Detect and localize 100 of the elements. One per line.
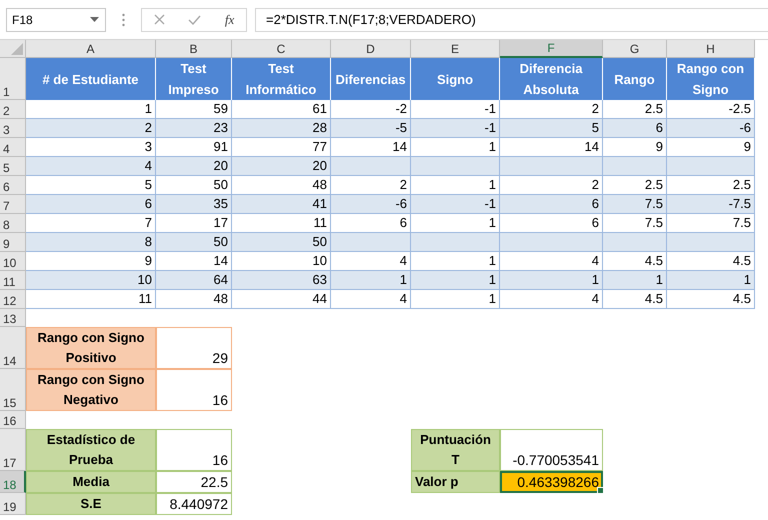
grip-dots-icon <box>122 12 125 26</box>
table-cell: 4.5 <box>667 252 755 271</box>
table-cell: 10 <box>232 252 331 271</box>
table-cell: Diferencias <box>331 58 411 100</box>
table-cell: 48 <box>156 290 232 309</box>
table-cell: 4.5 <box>603 290 667 309</box>
table-cell: 44 <box>232 290 331 309</box>
row-header[interactable]: 1 <box>0 58 26 100</box>
table-cell: 11 <box>232 214 331 233</box>
table-cell: 20 <box>156 157 232 176</box>
column-header[interactable]: C <box>232 40 331 58</box>
table-cell: -7.5 <box>667 195 755 214</box>
table-cell: 7 <box>26 214 156 233</box>
row-header[interactable]: 18 <box>0 471 26 493</box>
table-cell: # de Estudiante <box>26 58 156 100</box>
table-cell: -5 <box>331 119 411 138</box>
table-cell: 61 <box>232 100 331 119</box>
table-cell: 2.5 <box>603 176 667 195</box>
table-cell: 22.5 <box>156 471 232 493</box>
table-cell: Rango con Signo Negativo <box>26 369 156 411</box>
table-cell: 77 <box>232 138 331 157</box>
row-header[interactable]: 12 <box>0 290 26 309</box>
table-cell: 1 <box>411 271 500 290</box>
column-header[interactable]: F <box>500 40 603 58</box>
table-cell: 1 <box>411 252 500 271</box>
row-header[interactable]: 16 <box>0 411 26 429</box>
formula-field[interactable]: =2*DISTR.T.N(F17;8;VERDADERO) <box>255 8 768 32</box>
table-cell: 8.440972 <box>156 493 232 515</box>
table-cell: 50 <box>232 233 331 252</box>
table-cell: 1 <box>411 290 500 309</box>
table-cell: 1 <box>411 138 500 157</box>
cancel-icon[interactable] <box>154 14 165 25</box>
row-header[interactable]: 5 <box>0 157 26 176</box>
column-header[interactable]: A <box>26 40 156 58</box>
name-box[interactable]: F18 <box>6 8 106 32</box>
table-cell: 14 <box>331 138 411 157</box>
table-cell: Estadístico de Prueba <box>26 429 156 471</box>
column-header[interactable]: D <box>331 40 411 58</box>
table-cell: -1 <box>411 100 500 119</box>
select-all-icon[interactable] <box>11 43 23 55</box>
row-header[interactable]: 11 <box>0 271 26 290</box>
table-cell: Rango <box>603 58 667 100</box>
row-header[interactable]: 8 <box>0 214 26 233</box>
table-cell: 17 <box>156 214 232 233</box>
row-header[interactable]: 4 <box>0 138 26 157</box>
checkmark-icon[interactable] <box>188 14 202 24</box>
table-cell: Signo <box>411 58 500 100</box>
table-cell: 5 <box>500 119 603 138</box>
table-cell: 4.5 <box>667 290 755 309</box>
table-cell: 5 <box>26 176 156 195</box>
table-cell: -1 <box>411 195 500 214</box>
table-cell: 7.5 <box>603 214 667 233</box>
row-header[interactable]: 2 <box>0 100 26 119</box>
row-header[interactable]: 17 <box>0 429 26 471</box>
column-header[interactable]: B <box>156 40 232 58</box>
table-cell: 64 <box>156 271 232 290</box>
table-cell: Rango con Signo Positivo <box>26 327 156 369</box>
table-cell: 41 <box>232 195 331 214</box>
row-header[interactable]: 14 <box>0 327 26 369</box>
table-cell: 14 <box>500 138 603 157</box>
table-cell: Test Informático <box>232 58 331 100</box>
table-cell: Test Impreso <box>156 58 232 100</box>
table-cell: S.E <box>26 493 156 515</box>
row-header[interactable]: 19 <box>0 493 26 515</box>
table-cell: 16 <box>156 429 232 471</box>
table-cell: 1 <box>667 271 755 290</box>
table-cell: 0.463398266 <box>500 471 603 493</box>
table-cell: 7.5 <box>667 214 755 233</box>
table-cell: 1 <box>603 271 667 290</box>
table-cell: 28 <box>232 119 331 138</box>
insert-function-button[interactable]: fx <box>224 12 234 28</box>
table-cell: 2 <box>26 119 156 138</box>
table-cell: 10 <box>26 271 156 290</box>
table-cell: 1 <box>331 271 411 290</box>
row-header[interactable]: 6 <box>0 176 26 195</box>
table-cell: 4 <box>331 290 411 309</box>
row-header[interactable]: 7 <box>0 195 26 214</box>
table-cell: Media <box>26 471 156 493</box>
column-header[interactable]: H <box>667 40 755 58</box>
row-header[interactable]: 10 <box>0 252 26 271</box>
row-header[interactable]: 9 <box>0 233 26 252</box>
table-cell: 16 <box>156 369 232 411</box>
table-cell: 2 <box>331 176 411 195</box>
table-cell: Valor p <box>411 471 500 493</box>
table-cell: 3 <box>26 138 156 157</box>
table-cell: 9 <box>26 252 156 271</box>
column-header[interactable]: G <box>603 40 667 58</box>
table-cell: Rango con Signo <box>667 58 755 100</box>
table-cell: 50 <box>156 233 232 252</box>
table-cell: 1 <box>411 176 500 195</box>
column-header[interactable]: E <box>411 40 500 58</box>
row-header[interactable]: 15 <box>0 369 26 411</box>
table-cell: 91 <box>156 138 232 157</box>
table-cell: 23 <box>156 119 232 138</box>
table-cell: 2.5 <box>667 176 755 195</box>
table-cell: 9 <box>603 138 667 157</box>
row-header[interactable]: 13 <box>0 309 26 327</box>
table-cell: 1 <box>500 271 603 290</box>
row-header[interactable]: 3 <box>0 119 26 138</box>
table-cell: -2.5 <box>667 100 755 119</box>
